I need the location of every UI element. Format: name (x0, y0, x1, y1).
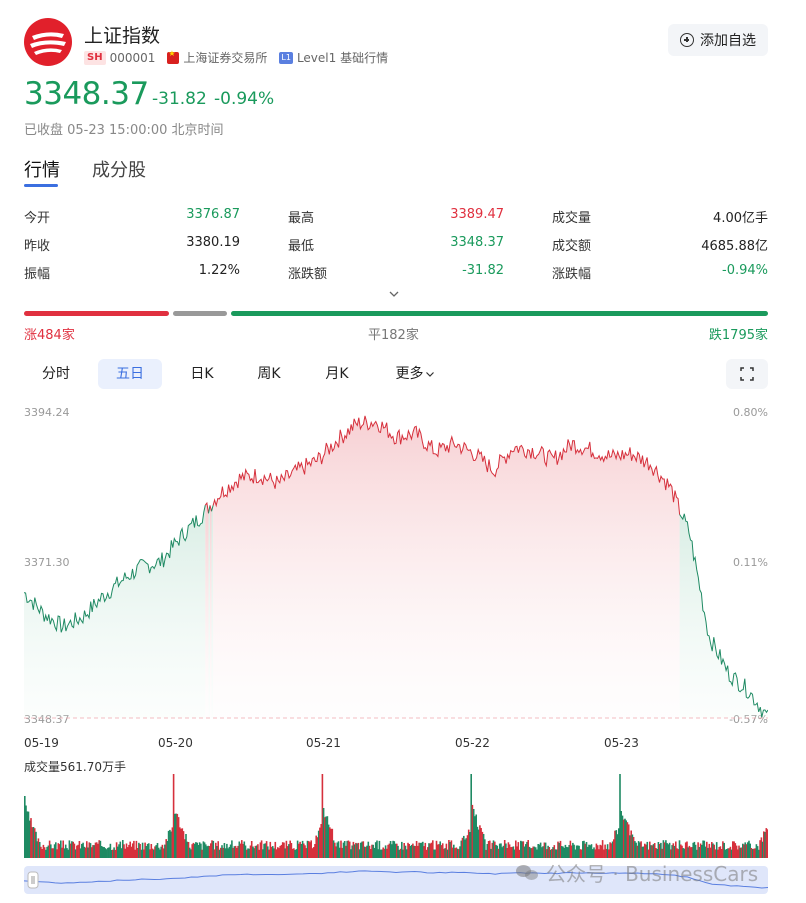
stat-label: 涨跌额 (288, 267, 328, 282)
stat-label: 昨收 (24, 239, 51, 254)
advancers-count: 涨484家 (24, 328, 75, 343)
market-badge: SH (84, 50, 106, 65)
wechat-icon (516, 863, 540, 883)
watermark: 公众号 · BusinessCars (516, 858, 758, 887)
price-chart[interactable] (24, 400, 768, 725)
exchange-name: 上海证券交易所 (183, 51, 268, 65)
index-code: 000001 (109, 50, 156, 65)
stat-label: 成交量 (552, 211, 592, 226)
price-area-up (205, 503, 209, 718)
stat-value: 4685.88亿 (701, 239, 768, 254)
stat-value: 4.00亿手 (713, 211, 768, 226)
plus-circle-icon (680, 33, 694, 47)
period-tab-more[interactable]: 更多 (380, 359, 450, 389)
breadth-up-bar (24, 311, 169, 316)
price-area-up (213, 415, 680, 718)
stat-label: 最低 (288, 239, 315, 254)
navigator-left-handle[interactable] (27, 871, 39, 889)
stat-value: 3348.37 (450, 235, 504, 250)
price-area-down (208, 505, 210, 718)
stat-value: -31.82 (462, 263, 504, 278)
stat-label: 今开 (24, 211, 51, 226)
stat-value: 3376.87 (186, 207, 240, 222)
stat-value: 1.22% (198, 263, 240, 278)
tab-active-indicator (24, 184, 58, 187)
add-watchlist-label: 添加自选 (700, 33, 756, 49)
date-label: 05-20 (158, 736, 193, 750)
decliners-count: 跌1795家 (708, 328, 768, 343)
fullscreen-button[interactable] (726, 359, 768, 389)
stat-label: 最高 (288, 211, 315, 226)
price-change: -31.82 (152, 89, 207, 109)
date-label: 05-19 (24, 736, 59, 750)
volume-bar (766, 829, 768, 858)
stat-value: 3389.47 (450, 207, 504, 222)
price-area-up (210, 505, 212, 718)
add-watchlist-button[interactable]: 添加自选 (668, 24, 768, 56)
volume-chart[interactable] (24, 772, 768, 858)
period-tab-weekly[interactable]: 周K (237, 359, 301, 389)
stat-value: -0.94% (722, 263, 768, 278)
more-label: 更多 (395, 366, 424, 382)
tab-quote[interactable]: 行情 (24, 156, 60, 182)
last-price: 3348.37 (24, 76, 149, 112)
stat-label: 振幅 (24, 267, 51, 282)
level-badge: L1 (279, 51, 293, 64)
stat-label: 涨跌幅 (552, 267, 592, 282)
china-flag-icon (167, 49, 180, 64)
price-change-pct: -0.94% (214, 89, 275, 109)
period-tab-intraday[interactable]: 分时 (24, 359, 88, 389)
unchanged-count: 平182家 (368, 328, 419, 343)
breadth-flat-bar (172, 311, 228, 316)
meta-row: SH 000001 上海证券交易所 L1 Level1 基础行情 (84, 49, 388, 66)
stat-label: 成交额 (552, 239, 592, 254)
fullscreen-icon (740, 367, 754, 381)
chevron-down-icon (425, 372, 434, 377)
price-area-down (24, 505, 206, 718)
date-label: 05-22 (455, 736, 490, 750)
chevron-down-icon[interactable] (388, 288, 400, 300)
period-tab-5day[interactable]: 五日 (98, 359, 162, 389)
market-status: 已收盘 05-23 15:00:00 北京时间 (24, 123, 224, 138)
tab-constituents[interactable]: 成分股 (92, 156, 146, 182)
stat-value: 3380.19 (186, 235, 240, 250)
period-tab-daily[interactable]: 日K (170, 359, 234, 389)
date-label: 05-21 (306, 736, 341, 750)
watermark-text: 公众号 · BusinessCars (546, 862, 759, 886)
level-text: Level1 基础行情 (296, 51, 389, 65)
period-tab-monthly[interactable]: 月K (305, 359, 369, 389)
sse-logo (24, 18, 72, 66)
price-area (24, 415, 768, 718)
date-label: 05-23 (604, 736, 639, 750)
breadth-down-bar (231, 311, 768, 316)
price-area-down (211, 505, 214, 718)
index-title: 上证指数 (84, 25, 161, 47)
